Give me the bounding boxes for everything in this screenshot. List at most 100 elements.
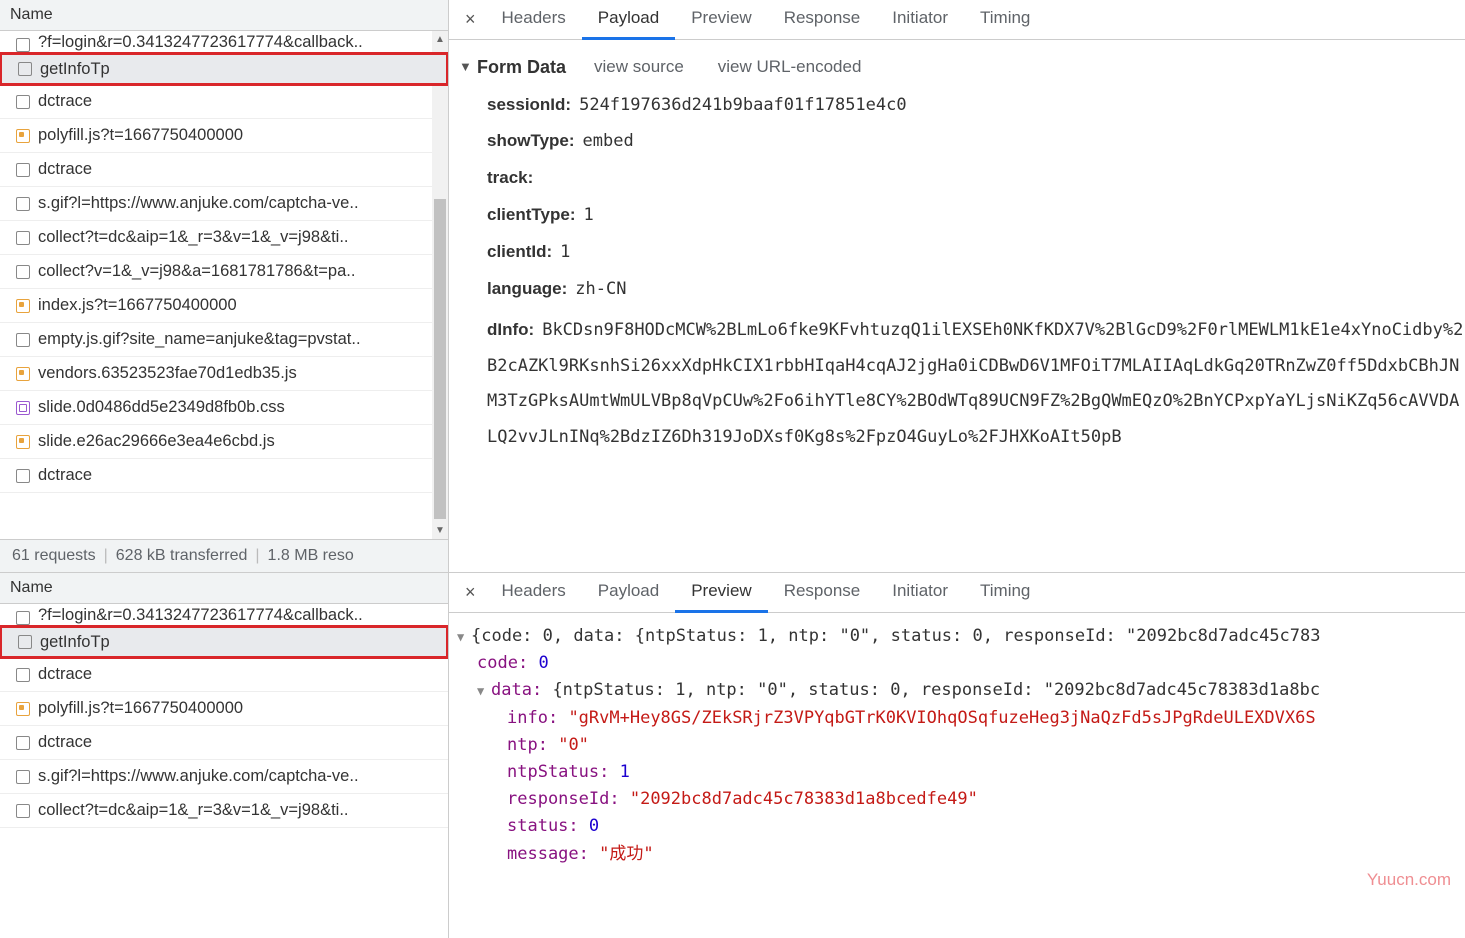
request-name: empty.js.gif?site_name=anjuke&tag=pvstat… <box>38 330 361 349</box>
form-field: clientType:1 <box>459 197 1465 234</box>
tab-payload[interactable]: Payload <box>582 573 675 613</box>
request-row[interactable]: getInfoTp <box>0 625 448 659</box>
form-data-section[interactable]: ▼ Form Data view source view URL-encoded <box>459 52 1465 87</box>
close-icon[interactable]: × <box>455 5 486 34</box>
column-header-name[interactable]: Name <box>0 573 448 604</box>
request-name: s.gif?l=https://www.anjuke.com/captcha-v… <box>38 194 359 213</box>
doc-icon <box>16 668 30 682</box>
doc-icon <box>16 333 30 347</box>
doc-icon <box>16 231 30 245</box>
scroll-down-icon[interactable]: ▼ <box>432 522 448 539</box>
doc-icon <box>16 804 30 818</box>
doc-icon <box>16 197 30 211</box>
tab-response[interactable]: Response <box>768 573 877 613</box>
request-row[interactable]: index.js?t=1667750400000 <box>0 289 448 323</box>
doc-icon <box>16 265 30 279</box>
request-row[interactable]: s.gif?l=https://www.anjuke.com/captcha-v… <box>0 187 448 221</box>
request-row[interactable]: collect?v=1&_v=j98&a=1681781786&t=pa.. <box>0 255 448 289</box>
watermark: Yuucn.com <box>1367 870 1451 890</box>
scroll-up-icon[interactable]: ▲ <box>432 31 448 48</box>
tab-initiator[interactable]: Initiator <box>876 0 964 40</box>
close-icon[interactable]: × <box>455 578 486 607</box>
request-name: dctrace <box>38 160 92 179</box>
network-request-list-bottom: Name ?f=login&r=0.3413247723617774&callb… <box>0 573 449 938</box>
request-row[interactable]: dctrace <box>0 153 448 187</box>
doc-icon <box>18 62 32 76</box>
request-name: ?f=login&r=0.3413247723617774&callback.. <box>38 606 363 625</box>
form-field: language:zh-CN <box>459 271 1465 308</box>
expand-icon[interactable]: ▼ <box>457 628 471 647</box>
css-icon <box>16 401 30 415</box>
tab-timing[interactable]: Timing <box>964 573 1046 613</box>
tab-headers[interactable]: Headers <box>486 573 582 613</box>
request-name: collect?v=1&_v=j98&a=1681781786&t=pa.. <box>38 262 355 281</box>
doc-icon <box>16 611 30 625</box>
request-row[interactable]: s.gif?l=https://www.anjuke.com/captcha-v… <box>0 760 448 794</box>
request-row[interactable]: collect?t=dc&aip=1&_r=3&v=1&_v=j98&ti.. <box>0 221 448 255</box>
request-row[interactable]: polyfill.js?t=1667750400000 <box>0 692 448 726</box>
request-name: getInfoTp <box>40 633 110 652</box>
request-name: s.gif?l=https://www.anjuke.com/captcha-v… <box>38 767 359 786</box>
tab-headers[interactable]: Headers <box>486 0 582 40</box>
request-name: dctrace <box>38 466 92 485</box>
form-field: clientId:1 <box>459 234 1465 271</box>
expand-icon[interactable]: ▼ <box>477 682 491 701</box>
scrollbar[interactable]: ▲ ▼ <box>432 31 448 539</box>
request-row[interactable]: ?f=login&r=0.3413247723617774&callback.. <box>0 31 448 53</box>
request-row[interactable]: dctrace <box>0 726 448 760</box>
request-name: dctrace <box>38 92 92 111</box>
request-name: ?f=login&r=0.3413247723617774&callback.. <box>38 33 363 52</box>
request-name: collect?t=dc&aip=1&_r=3&v=1&_v=j98&ti.. <box>38 801 349 820</box>
network-request-list-top: Name ?f=login&r=0.3413247723617774&callb… <box>0 0 449 572</box>
tab-timing[interactable]: Timing <box>964 0 1046 40</box>
form-field: showType:embed <box>459 123 1465 160</box>
request-row[interactable]: ?f=login&r=0.3413247723617774&callback.. <box>0 604 448 626</box>
tab-initiator[interactable]: Initiator <box>876 573 964 613</box>
tab-payload[interactable]: Payload <box>582 0 675 40</box>
view-source-link[interactable]: view source <box>594 53 684 82</box>
request-name: vendors.63523523fae70d1edb35.js <box>38 364 297 383</box>
request-name: polyfill.js?t=1667750400000 <box>38 699 243 718</box>
request-row[interactable]: getInfoTp <box>0 52 448 86</box>
js-icon <box>16 129 30 143</box>
request-name: slide.e26ac29666e3ea4e6cbd.js <box>38 432 275 451</box>
request-name: getInfoTp <box>40 60 110 79</box>
form-data-title: Form Data <box>477 52 566 83</box>
tab-response[interactable]: Response <box>768 0 877 40</box>
column-header-name[interactable]: Name <box>0 0 448 31</box>
doc-icon <box>16 469 30 483</box>
request-name: dctrace <box>38 733 92 752</box>
request-row[interactable]: dctrace <box>0 658 448 692</box>
request-name: index.js?t=1667750400000 <box>38 296 237 315</box>
request-name: polyfill.js?t=1667750400000 <box>38 126 243 145</box>
network-status-bar: 61 requests|628 kB transferred|1.8 MB re… <box>0 539 448 572</box>
request-row[interactable]: dctrace <box>0 85 448 119</box>
request-name: dctrace <box>38 665 92 684</box>
doc-icon <box>16 163 30 177</box>
tab-preview[interactable]: Preview <box>675 0 767 40</box>
request-row[interactable]: polyfill.js?t=1667750400000 <box>0 119 448 153</box>
tab-preview[interactable]: Preview <box>675 573 767 613</box>
detail-tabs: × HeadersPayloadPreviewResponseInitiator… <box>449 573 1465 613</box>
expand-icon[interactable]: ▼ <box>459 56 471 78</box>
doc-icon <box>16 95 30 109</box>
request-row[interactable]: empty.js.gif?site_name=anjuke&tag=pvstat… <box>0 323 448 357</box>
detail-tabs: × HeadersPayloadPreviewResponseInitiator… <box>449 0 1465 40</box>
js-icon <box>16 299 30 313</box>
json-preview: ▼{code: 0, data: {ntpStatus: 1, ntp: "0"… <box>449 613 1465 878</box>
doc-icon <box>16 736 30 750</box>
request-row[interactable]: slide.e26ac29666e3ea4e6cbd.js <box>0 425 448 459</box>
request-detail-bottom: × HeadersPayloadPreviewResponseInitiator… <box>449 573 1465 938</box>
request-row[interactable]: collect?t=dc&aip=1&_r=3&v=1&_v=j98&ti.. <box>0 794 448 828</box>
request-row[interactable]: vendors.63523523fae70d1edb35.js <box>0 357 448 391</box>
scroll-thumb[interactable] <box>434 199 446 519</box>
js-icon <box>16 435 30 449</box>
request-row[interactable]: slide.0d0486dd5e2349d8fb0b.css <box>0 391 448 425</box>
request-name: slide.0d0486dd5e2349d8fb0b.css <box>38 398 285 417</box>
request-name: collect?t=dc&aip=1&_r=3&v=1&_v=j98&ti.. <box>38 228 349 247</box>
form-field-dinfo: dInfo:BkCDsn9F8HODcMCW%2BLmLo6fke9KFvhtu… <box>459 308 1465 460</box>
doc-icon <box>16 38 30 52</box>
request-row[interactable]: dctrace <box>0 459 448 493</box>
view-url-encoded-link[interactable]: view URL-encoded <box>718 53 862 82</box>
doc-icon <box>16 770 30 784</box>
